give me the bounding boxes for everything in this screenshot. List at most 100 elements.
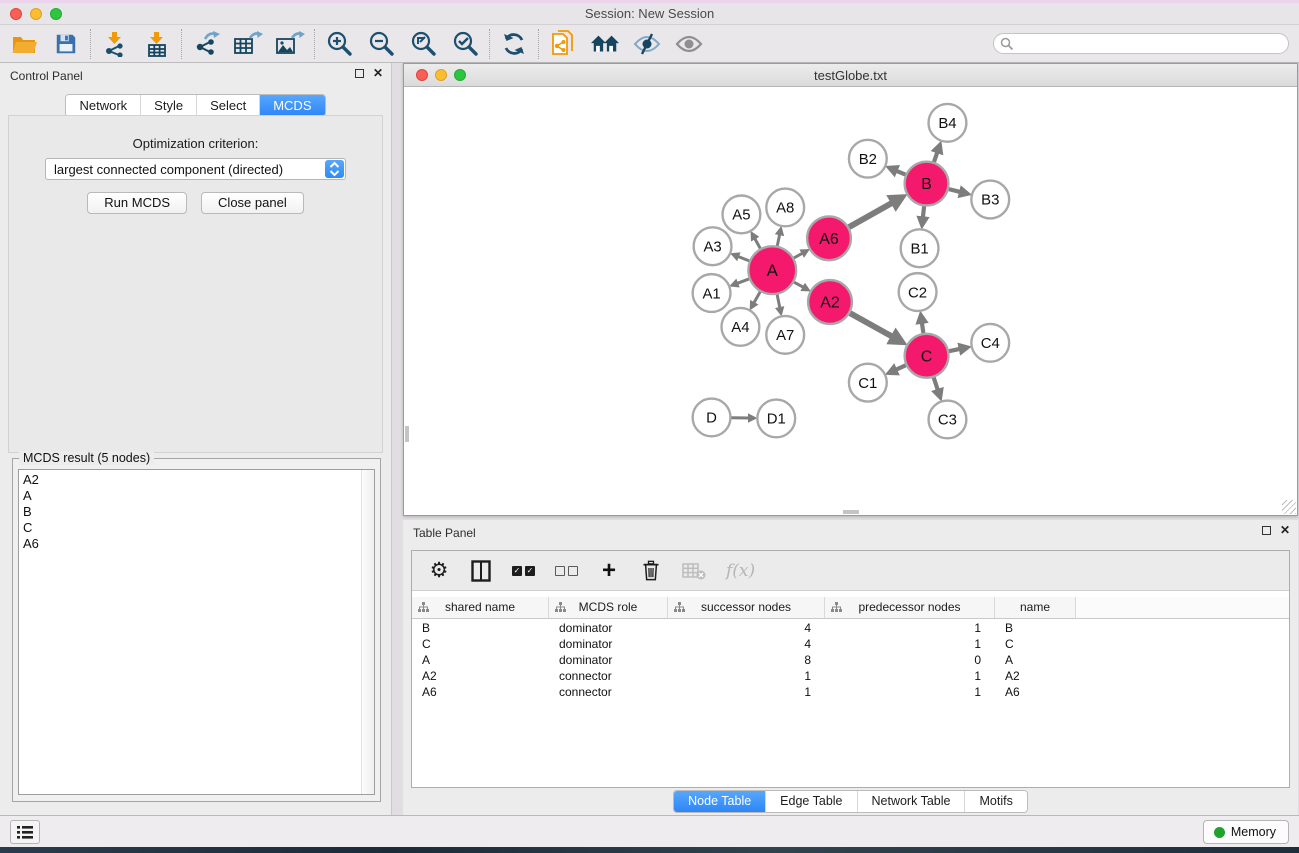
cell-successor[interactable]: 4 (668, 636, 825, 652)
graph-node-A[interactable]: A (748, 246, 796, 294)
list-item[interactable]: A (23, 488, 374, 504)
zoom-in-button[interactable] (324, 30, 354, 58)
network-graph[interactable]: A A1 A2 A3 A4 A5 A6 A7 A8 B B1 B2 B3 B4 C C1 C2 C3 C4 D D1 (405, 88, 1296, 514)
cell-successor[interactable]: 1 (668, 668, 825, 684)
graph-node-B2[interactable]: B2 (849, 140, 887, 178)
table-row[interactable]: A dominator 8 0 A (412, 652, 1289, 668)
tab-motifs[interactable]: Motifs (964, 791, 1026, 812)
result-scrollbar[interactable] (361, 470, 374, 794)
import-network-button[interactable] (100, 30, 130, 58)
tab-mcds[interactable]: MCDS (259, 95, 324, 116)
graph-node-B4[interactable]: B4 (929, 104, 967, 142)
network-canvas[interactable]: A A1 A2 A3 A4 A5 A6 A7 A8 B B1 B2 B3 B4 C C1 C2 C3 C4 D D1 (405, 88, 1296, 514)
network-from-file-button[interactable] (548, 30, 578, 58)
cell-mcds-role[interactable]: dominator (549, 652, 668, 668)
graph-node-A1[interactable]: A1 (693, 274, 731, 312)
criterion-dropdown[interactable]: largest connected component (directed) (45, 158, 346, 180)
delete-column-button[interactable] (640, 559, 662, 583)
graph-node-B1[interactable]: B1 (901, 229, 939, 267)
run-mcds-button[interactable]: Run MCDS (87, 192, 187, 214)
cell-successor[interactable]: 8 (668, 652, 825, 668)
cell-name[interactable]: B (995, 620, 1076, 636)
cell-shared-name[interactable]: A (412, 652, 549, 668)
zoom-fit-button[interactable] (408, 30, 438, 58)
zoom-out-button[interactable] (366, 30, 396, 58)
refresh-button[interactable] (499, 30, 529, 58)
graph-node-A2[interactable]: A2 (808, 280, 852, 324)
cell-shared-name[interactable]: B (412, 620, 549, 636)
search-input[interactable] (1014, 37, 1288, 51)
save-session-button[interactable] (51, 30, 81, 58)
cell-successor[interactable]: 1 (668, 684, 825, 700)
column-header-successor-nodes[interactable]: successor nodes (668, 597, 825, 618)
column-header-mcds-role[interactable]: MCDS role (549, 597, 668, 618)
unselect-all-columns-button[interactable] (555, 559, 578, 583)
show-columns-button[interactable] (470, 559, 492, 583)
tab-select[interactable]: Select (196, 95, 259, 116)
graph-node-A5[interactable]: A5 (723, 195, 761, 233)
graph-node-A7[interactable]: A7 (766, 316, 804, 354)
graph-node-A8[interactable]: A8 (766, 189, 804, 227)
cell-predecessor[interactable]: 1 (825, 620, 995, 636)
cell-mcds-role[interactable]: dominator (549, 620, 668, 636)
graph-node-C[interactable]: C (905, 334, 949, 378)
table-row[interactable]: C dominator 4 1 C (412, 636, 1289, 652)
list-item[interactable]: C (23, 520, 374, 536)
column-header-name[interactable]: name (995, 597, 1076, 618)
cell-shared-name[interactable]: A2 (412, 668, 549, 684)
cell-shared-name[interactable]: A6 (412, 684, 549, 700)
graph-node-C4[interactable]: C4 (971, 324, 1009, 362)
select-all-columns-button[interactable]: ✓ ✓ (512, 559, 535, 583)
cell-mcds-role[interactable]: dominator (549, 636, 668, 652)
tab-network-table[interactable]: Network Table (857, 791, 965, 812)
tab-style[interactable]: Style (140, 95, 196, 116)
mcds-result-list[interactable]: A2 A B C A6 (18, 469, 375, 795)
cell-predecessor[interactable]: 1 (825, 668, 995, 684)
export-network-button[interactable] (191, 30, 221, 58)
graph-node-D1[interactable]: D1 (757, 400, 795, 438)
close-table-panel-icon[interactable]: ✕ (1280, 525, 1290, 536)
export-image-button[interactable] (275, 30, 305, 58)
tab-network[interactable]: Network (66, 95, 140, 116)
float-panel-icon[interactable] (355, 69, 364, 78)
network-search-field[interactable] (993, 33, 1289, 54)
cell-name[interactable]: C (995, 636, 1076, 652)
tab-node-table[interactable]: Node Table (674, 791, 765, 812)
table-row[interactable]: A2 connector 1 1 A2 (412, 668, 1289, 684)
graph-node-D[interactable]: D (693, 399, 731, 437)
tab-edge-table[interactable]: Edge Table (765, 791, 856, 812)
graph-node-C2[interactable]: C2 (899, 273, 937, 311)
graph-node-A6[interactable]: A6 (807, 216, 851, 260)
graph-node-C3[interactable]: C3 (929, 401, 967, 439)
cell-predecessor[interactable]: 1 (825, 684, 995, 700)
show-graphics-details-button[interactable] (674, 30, 704, 58)
graph-node-A4[interactable]: A4 (722, 308, 760, 346)
hide-graphics-details-button[interactable] (632, 30, 662, 58)
graph-node-C1[interactable]: C1 (849, 364, 887, 402)
table-row[interactable]: A6 connector 1 1 A6 (412, 684, 1289, 700)
close-panel-button[interactable]: Close panel (201, 192, 304, 214)
import-table-button[interactable] (142, 30, 172, 58)
home-views-button[interactable] (590, 30, 620, 58)
cell-successor[interactable]: 4 (668, 620, 825, 636)
memory-button[interactable]: Memory (1203, 820, 1289, 844)
list-item[interactable]: A6 (23, 536, 374, 552)
graph-node-A3[interactable]: A3 (694, 227, 732, 265)
table-row[interactable]: B dominator 4 1 B (412, 620, 1289, 636)
task-history-button[interactable] (10, 820, 40, 844)
cell-mcds-role[interactable]: connector (549, 668, 668, 684)
cell-predecessor[interactable]: 1 (825, 636, 995, 652)
cell-mcds-role[interactable]: connector (549, 684, 668, 700)
table-settings-button[interactable]: ⚙ (428, 559, 450, 583)
cell-predecessor[interactable]: 0 (825, 652, 995, 668)
column-header-predecessor-nodes[interactable]: predecessor nodes (825, 597, 995, 618)
close-panel-icon[interactable]: ✕ (373, 68, 383, 79)
create-column-button[interactable]: + (598, 559, 620, 583)
cell-name[interactable]: A6 (995, 684, 1076, 700)
vertical-scroll-indicator[interactable] (405, 426, 409, 442)
graph-node-B[interactable]: B (905, 162, 949, 206)
column-header-shared-name[interactable]: shared name (412, 597, 549, 618)
list-item[interactable]: B (23, 504, 374, 520)
graph-node-B3[interactable]: B3 (971, 181, 1009, 219)
cell-shared-name[interactable]: C (412, 636, 549, 652)
